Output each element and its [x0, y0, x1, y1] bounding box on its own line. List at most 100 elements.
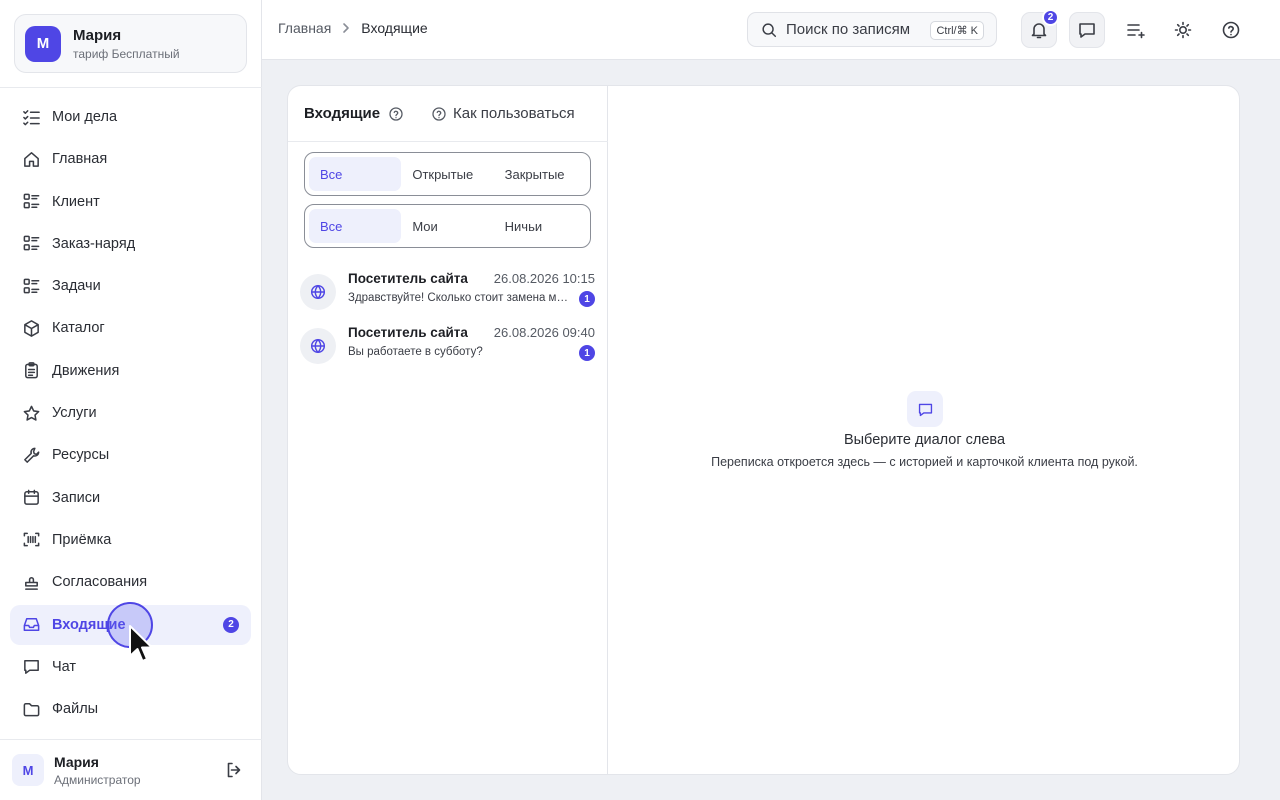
user-avatar: М	[12, 754, 44, 786]
sidebar-item-client[interactable]: Клиент	[10, 182, 251, 222]
list-grid-icon	[23, 193, 40, 209]
calendar-icon	[24, 489, 39, 506]
sidebar-item-services[interactable]: Услуги	[10, 393, 251, 433]
breadcrumb: Главная Входящие	[278, 20, 428, 36]
chat-icon	[1079, 23, 1095, 38]
sidebar-divider	[0, 87, 262, 88]
notifications-badge: 2	[1042, 9, 1059, 26]
chat-icon	[24, 660, 39, 675]
notifications-button[interactable]: 2	[1021, 9, 1059, 48]
sidebar-footer-divider	[0, 739, 262, 740]
chat-icon	[907, 391, 943, 427]
clipboard-icon	[25, 362, 38, 379]
conversation-name: Посетитель сайта	[348, 325, 468, 340]
user-profile[interactable]: М Мария Администратор	[12, 752, 248, 788]
sidebar-item-work-order[interactable]: Заказ-наряд	[10, 224, 251, 264]
conversation-empty-state: Выберите диалог слева Переписка откроетс…	[608, 86, 1239, 774]
conversation-item[interactable]: Посетитель сайта 26.08.2026 10:15 Здравс…	[300, 271, 596, 321]
search-input[interactable]	[786, 21, 921, 38]
sidebar-item-label: Заказ-наряд	[52, 235, 136, 252]
empty-state-title: Выберите диалог слева	[843, 432, 1006, 448]
conversation-time: 26.08.2026 10:15	[493, 271, 595, 286]
sidebar-item-label: Файлы	[52, 701, 99, 718]
howto-label: Как пользоваться	[453, 105, 575, 122]
sidebar-item-label: Мои дела	[52, 109, 118, 125]
user-name: Мария	[54, 753, 99, 770]
barcode-scan-icon	[23, 533, 40, 547]
messages-button[interactable]	[1069, 12, 1105, 48]
list-add-icon	[1127, 24, 1145, 39]
conversation-preview: Здравствуйте! Сколько стоит замена масла…	[348, 292, 570, 304]
sidebar-item-appointments[interactable]: Записи	[10, 478, 251, 518]
list-grid-icon	[23, 236, 40, 251]
search-shortcut: Ctrl/⌘ K	[930, 21, 984, 40]
breadcrumb-current: Входящие	[361, 20, 428, 36]
list-grid-icon	[23, 278, 40, 294]
sidebar-item-label: Главная	[52, 151, 108, 168]
sidebar-item-label: Согласования	[52, 574, 148, 591]
search-box[interactable]: Ctrl/⌘ K	[747, 12, 997, 47]
add-task-button[interactable]	[1117, 12, 1153, 48]
topbar: Главная Входящие Ctrl/⌘ K 2	[262, 0, 1280, 60]
sidebar-item-label: Движения	[52, 362, 120, 379]
sidebar-item-tasks[interactable]: Задачи	[10, 266, 251, 306]
help-circle-icon	[1222, 21, 1240, 39]
sidebar-item-resources[interactable]: Ресурсы	[10, 435, 251, 475]
conversation-name: Посетитель сайта	[348, 271, 468, 286]
workspace-plan: тариф Бесплатный	[73, 46, 180, 61]
workspace-switcher[interactable]: М Мария тариф Бесплатный	[14, 14, 247, 73]
sidebar-item-home[interactable]: Главная	[10, 139, 251, 179]
sidebar-item-label: Задачи	[52, 278, 101, 295]
inbox-help-button[interactable]	[388, 106, 404, 122]
folder-icon	[23, 702, 40, 717]
owner-filter-all[interactable]: Все	[309, 209, 402, 243]
sidebar-item-movements[interactable]: Движения	[10, 351, 251, 391]
inbox-icon	[23, 618, 40, 632]
home-icon	[24, 151, 39, 167]
sun-icon	[1174, 21, 1192, 39]
sidebar-item-label: Записи	[52, 489, 101, 506]
sidebar-item-label: Приёмка	[52, 531, 112, 548]
sidebar-item-catalog[interactable]: Каталог	[10, 308, 251, 348]
sidebar-item-files[interactable]: Файлы	[10, 689, 251, 729]
stamp-icon	[25, 576, 38, 590]
logout-icon	[227, 762, 241, 778]
sidebar-item-approvals[interactable]: Согласования	[10, 562, 251, 602]
globe-icon	[310, 338, 326, 354]
star-icon	[23, 405, 40, 421]
logout-button[interactable]	[224, 760, 244, 780]
status-filter-all[interactable]: Все	[309, 157, 402, 191]
wrench-icon	[24, 447, 40, 463]
status-filter-closed[interactable]: Закрытые	[494, 157, 586, 191]
help-button[interactable]	[1213, 12, 1249, 48]
breadcrumb-home[interactable]: Главная	[278, 20, 331, 36]
sidebar-item-label: Клиент	[52, 193, 100, 210]
search-icon	[762, 22, 777, 37]
theme-toggle-button[interactable]	[1165, 12, 1201, 48]
status-filter-open[interactable]: Открытые	[401, 157, 493, 191]
sidebar-item-label: Услуги	[52, 405, 97, 422]
inbox-card: Входящие Как пользоваться Все Открытые З…	[287, 85, 1240, 775]
owner-filter: Все Мои Ничьи	[304, 204, 591, 248]
globe-icon	[310, 284, 326, 300]
status-filter: Все Открытые Закрытые	[304, 152, 591, 196]
howto-link[interactable]: Как пользоваться	[431, 105, 575, 122]
checklist-icon	[23, 109, 40, 125]
box-icon	[24, 320, 39, 337]
conversation-time: 26.08.2026 09:40	[493, 325, 595, 340]
unread-badge: 1	[579, 345, 595, 361]
sidebar-item-label: Каталог	[52, 320, 105, 337]
empty-state-subtitle: Переписка откроется здесь — с историей и…	[711, 455, 1138, 469]
owner-filter-mine[interactable]: Мои	[401, 209, 493, 243]
workspace-avatar: М	[25, 25, 61, 62]
conversation-item[interactable]: Посетитель сайта 26.08.2026 09:40 Вы раб…	[300, 325, 596, 375]
conversation-avatar	[300, 274, 336, 310]
sidebar: М Мария тариф Бесплатный Мои дела Главна…	[0, 0, 262, 800]
owner-filter-unassigned[interactable]: Ничьи	[494, 209, 586, 243]
conversation-avatar	[300, 328, 336, 364]
conversation-preview: Вы работаете в субботу?	[348, 346, 483, 358]
sidebar-item-label: Ресурсы	[52, 447, 110, 464]
list-header-divider	[288, 141, 608, 142]
sidebar-item-intake[interactable]: Приёмка	[10, 520, 251, 560]
sidebar-item-my-tasks[interactable]: Мои дела	[10, 97, 251, 137]
